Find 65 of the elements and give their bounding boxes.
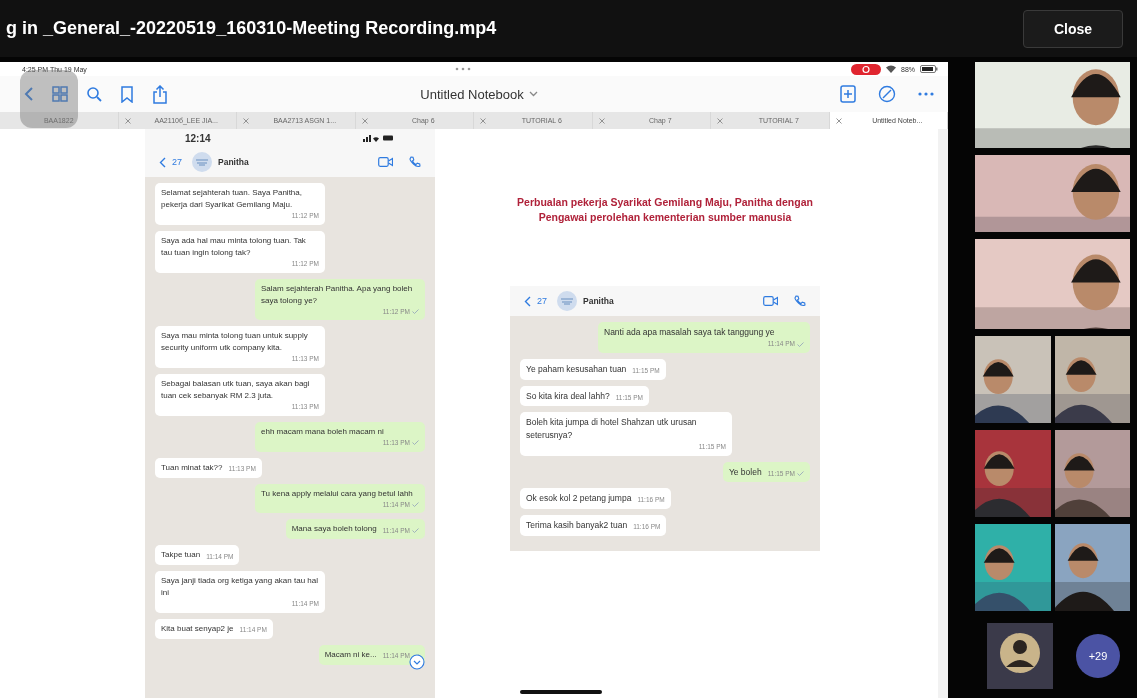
phone-clock: 12:14	[185, 132, 211, 144]
add-page-icon[interactable]	[840, 85, 856, 103]
back-icon[interactable]	[159, 156, 166, 168]
battery-icon	[920, 65, 938, 73]
scroll-down-icon[interactable]	[409, 654, 425, 670]
message-text: Tu kena apply melalui cara yang betul lahh	[261, 487, 413, 500]
message-text: Takpe tuan	[161, 549, 201, 562]
more-participants-badge[interactable]: +29	[1076, 634, 1120, 678]
video-call-icon[interactable]	[763, 296, 778, 307]
message-text: Saya ada hal mau minta tolong tuan. Tak tau tuan ingin tolong tak?	[161, 234, 307, 259]
close-icon[interactable]	[124, 117, 131, 124]
slide-heading: Perbualan pekerja Syarikat Gemilang Maju, Panitha dengan Pengawai perolehan kementerian sumber manusia	[516, 195, 814, 225]
message-text: Boleh kita jumpa di hotel Shahzan utk urusan seterusnya?	[526, 416, 698, 442]
message-text: Saya janji tiada org ketiga yang akan tau hal ini	[161, 575, 319, 600]
read-tick-icon	[412, 527, 419, 533]
message-text: Tuan minat tak??	[161, 461, 223, 474]
message-text: Ye boleh	[728, 465, 762, 479]
back-icon[interactable]	[524, 295, 531, 307]
multitask-dots-icon	[455, 67, 471, 71]
message-text: Macam ni ke...	[324, 649, 377, 661]
search-icon[interactable]	[86, 86, 102, 102]
video-title: g in _General_-20220519_160310-Meeting Recording.mp4	[6, 18, 498, 39]
close-icon[interactable]	[480, 117, 486, 124]
phone-call-icon[interactable]	[794, 295, 806, 308]
contact-avatar-icon	[557, 291, 577, 312]
unread-count[interactable]: 27	[537, 296, 547, 307]
chevron-down-icon[interactable]	[528, 91, 538, 97]
contact-avatar-icon	[192, 152, 212, 172]
message-text: Salam sejahterah Panitha. Apa yang boleh saya tolong ye?	[261, 282, 414, 307]
read-tick-icon	[797, 471, 804, 476]
close-icon[interactable]	[835, 117, 842, 124]
read-tick-icon	[412, 440, 419, 446]
message-text: Ok esok kol 2 petang jumpa	[526, 492, 632, 506]
read-tick-icon	[797, 341, 804, 347]
message-text: Saya mau minta tolong tuan untuk supply security uniform utk company kita.	[161, 330, 309, 355]
message-text: So kita kira deal lahh?	[526, 389, 610, 403]
close-icon[interactable]	[598, 117, 605, 124]
notebook-title[interactable]: Untitled Notebook	[420, 86, 524, 102]
message-text: Kita buat senyap2 je	[161, 623, 234, 635]
message-text: Terima kasih banyak2 tuan	[526, 519, 628, 532]
message-text: ehh macam mana boleh macam ni	[261, 425, 384, 438]
message-text: Selamat sejahterah tuan. Saya Panitha, pekerja dari Syarikat Gemilang Maju.	[161, 187, 303, 211]
bookmark-icon[interactable]	[120, 85, 134, 103]
phone-status-icons-icon	[363, 134, 393, 142]
message-text: Nanti ada apa masalah saya tak tanggung ye	[604, 326, 775, 340]
read-tick-icon	[412, 308, 419, 314]
share-icon[interactable]	[152, 84, 168, 104]
back-icon[interactable]	[24, 86, 34, 102]
close-icon[interactable]	[243, 117, 249, 124]
phone-call-icon[interactable]	[409, 156, 421, 168]
message-text: Sebagai balasan utk tuan, saya akan bagi tuan cek sebanyak RM 2.3 juta.	[161, 378, 311, 402]
contact-name: Panitha	[218, 157, 249, 167]
unread-count[interactable]: 27	[172, 157, 182, 167]
grid-icon[interactable]	[52, 86, 68, 102]
message-text: Ye paham kesusahan tuan	[526, 362, 627, 376]
close-button[interactable]: Close	[1023, 9, 1123, 48]
more-icon[interactable]	[918, 92, 934, 96]
close-icon[interactable]	[361, 117, 368, 124]
message-text: Mana saya boleh tolong	[291, 523, 377, 536]
pen-circle-icon[interactable]	[878, 85, 896, 103]
close-icon[interactable]	[717, 117, 723, 124]
contact-name: Panitha	[583, 296, 614, 307]
read-tick-icon	[412, 501, 419, 507]
video-call-icon[interactable]	[378, 157, 393, 167]
wifi-icon	[886, 65, 896, 73]
